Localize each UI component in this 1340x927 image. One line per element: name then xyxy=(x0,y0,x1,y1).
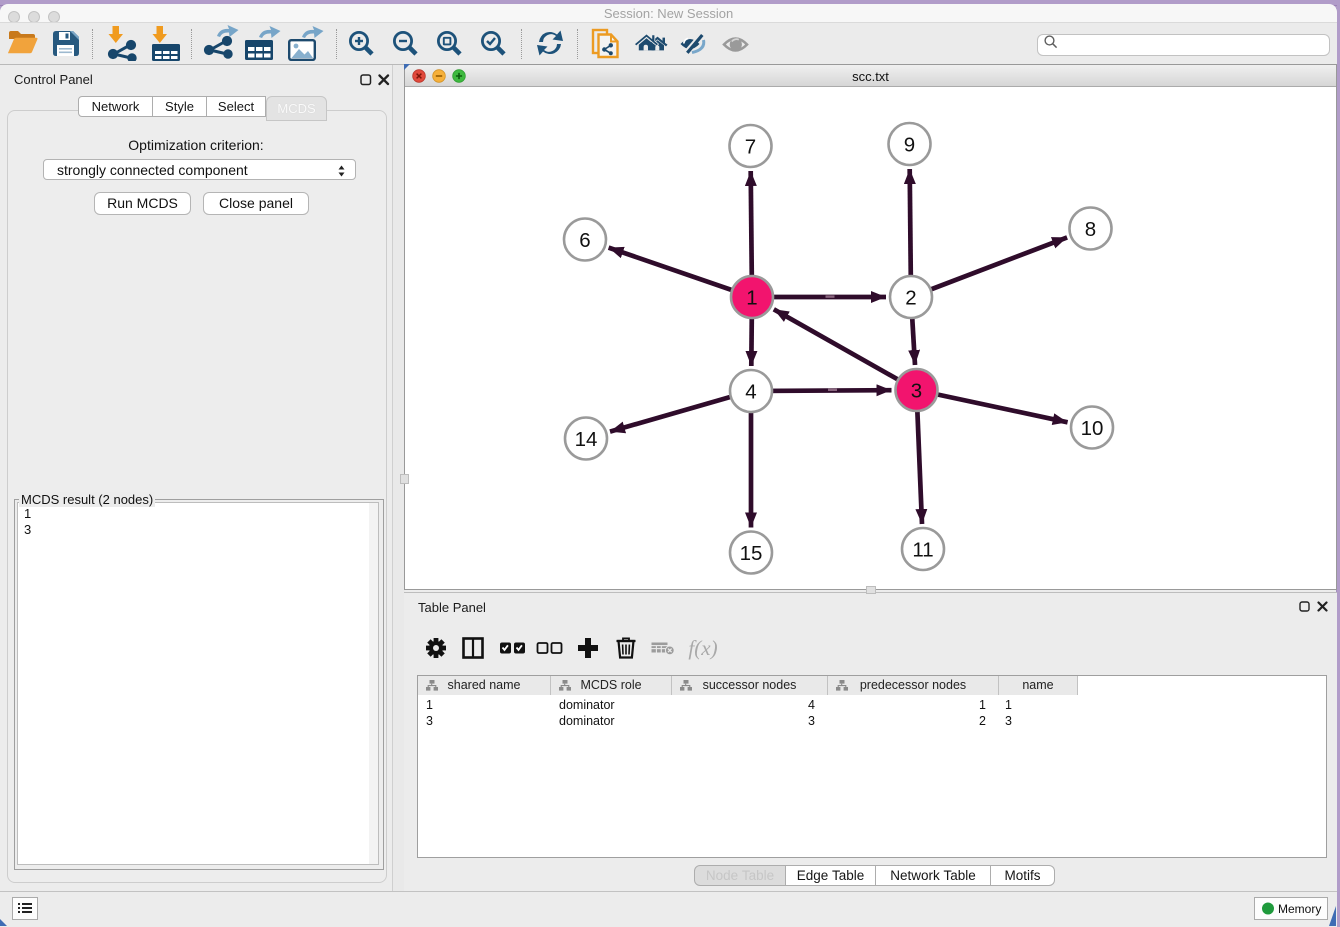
svg-text:10: 10 xyxy=(1081,417,1104,440)
svg-text:f(x): f(x) xyxy=(688,636,717,660)
svg-text:11: 11 xyxy=(912,539,933,562)
svg-text:14: 14 xyxy=(575,428,598,451)
svg-text:Memory: Memory xyxy=(1278,902,1321,916)
svg-text:7: 7 xyxy=(745,136,756,159)
svg-text:8: 8 xyxy=(1085,218,1096,241)
svg-text:3: 3 xyxy=(911,380,922,403)
svg-text:9: 9 xyxy=(904,134,915,157)
svg-text:4: 4 xyxy=(745,381,756,404)
svg-text:15: 15 xyxy=(740,542,763,565)
svg-text:6: 6 xyxy=(579,229,590,252)
svg-text:1: 1 xyxy=(746,287,757,310)
svg-text:2: 2 xyxy=(905,287,916,310)
